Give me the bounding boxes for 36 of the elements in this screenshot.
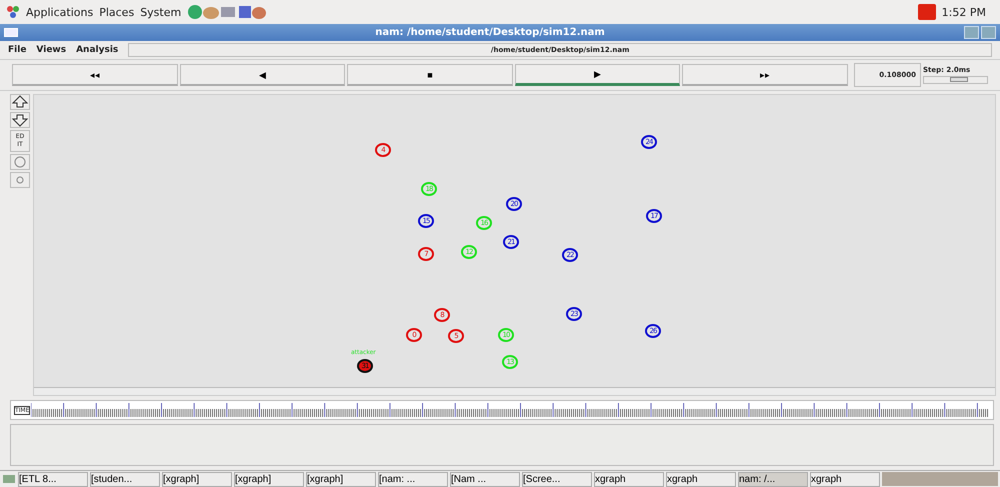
taskbar-button[interactable]: [xgraph]: [306, 472, 376, 486]
taskbar-button[interactable]: xgraph: [666, 472, 736, 486]
launcher-icons-drawing[interactable]: [187, 4, 268, 20]
maximize-button[interactable]: [981, 26, 996, 39]
logo-icon[interactable]: [6, 5, 20, 19]
menu-item[interactable]: Analysis: [76, 45, 118, 55]
playback-button[interactable]: ▸▸: [682, 64, 848, 86]
taskbar-button[interactable]: [xgraph]: [234, 472, 304, 486]
panel-menu[interactable]: System: [140, 6, 182, 18]
zoom-out-icon[interactable]: [10, 112, 30, 128]
clock[interactable]: 1:52 PM: [942, 6, 986, 18]
playback-button[interactable]: ■: [347, 64, 513, 86]
menu-item[interactable]: Views: [36, 45, 66, 55]
workspace-switcher[interactable]: [882, 472, 998, 486]
playback-button[interactable]: ▶: [514, 64, 680, 86]
taskbar-button[interactable]: [studen...: [90, 472, 160, 486]
window-title: nam: /home/student/Desktop/sim12.nam: [374, 27, 606, 38]
timeline-ruler[interactable]: [31, 403, 990, 417]
menu-item[interactable]: File: [8, 45, 26, 55]
minimize-button[interactable]: [964, 26, 979, 39]
taskbar-button[interactable]: [Scree...: [522, 472, 592, 486]
taskbar-button[interactable]: [xgraph]: [162, 472, 232, 486]
taskbar-button[interactable]: nam: /...: [738, 472, 808, 486]
panel-menu[interactable]: Places: [99, 6, 134, 18]
step-slider[interactable]: [922, 76, 988, 84]
show-desktop-icon[interactable]: [2, 473, 16, 485]
taskbar-button[interactable]: [ETL 8...: [18, 472, 88, 486]
taskbar-button[interactable]: xgraph: [594, 472, 664, 486]
slider-thumb[interactable]: [950, 77, 968, 82]
zoom-in-icon[interactable]: [10, 94, 30, 110]
playback-button[interactable]: ◂◂: [12, 64, 178, 86]
taskbar-button[interactable]: [nam: ...: [378, 472, 448, 486]
panel-menu[interactable]: Applications: [26, 6, 94, 18]
taskbar-button[interactable]: xgraph: [810, 472, 880, 486]
taskbar-button[interactable]: [Nam ...: [450, 472, 520, 486]
playback-button[interactable]: ◀: [180, 64, 346, 86]
